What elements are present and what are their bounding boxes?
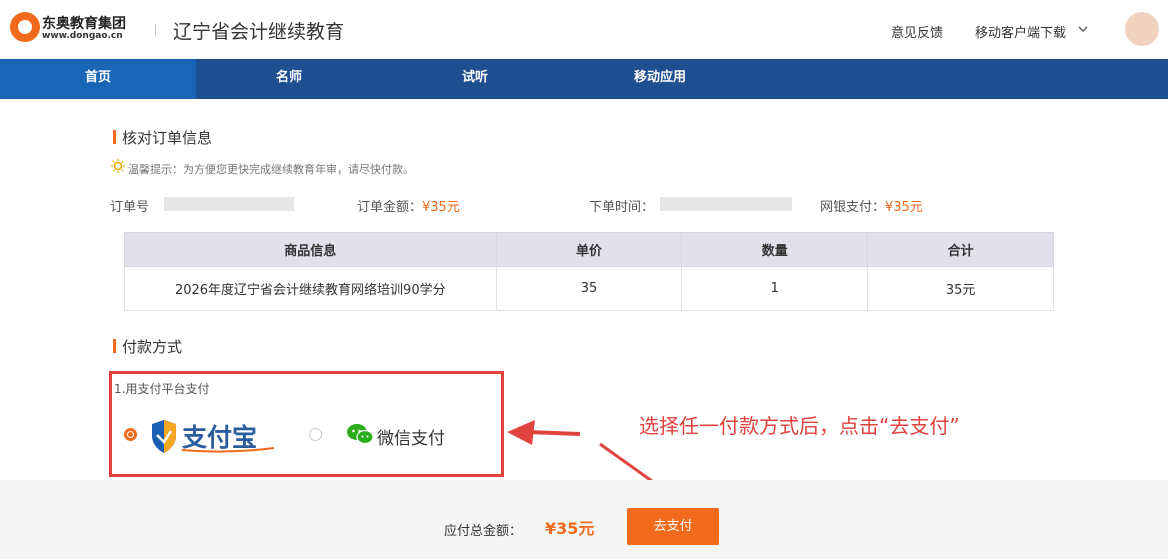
- top-header: 东奥教育集团 www.dongao.cn 辽宁省会计继续教育 意见反馈 移动客户…: [0, 0, 1168, 59]
- lightbulb-icon: [111, 159, 125, 173]
- logo-url: www.dongao.cn: [42, 31, 123, 41]
- unit-price-cell: 35: [495, 266, 683, 311]
- site-title: 辽宁省会计继续教育: [173, 21, 345, 43]
- arrow-left-icon: [507, 420, 535, 445]
- product-name-cell: 2026年度辽宁省会计继续教育网络培训90学分: [124, 266, 497, 311]
- avatar[interactable]: [1125, 12, 1159, 46]
- bank-payment-value: ¥35元: [885, 200, 923, 215]
- redacted-order-time: [660, 197, 792, 211]
- dongao-logo[interactable]: 东奥教育集团 www.dongao.cn: [10, 10, 150, 50]
- alipay-logo-text: 支付宝: [182, 423, 257, 452]
- column-header-unit-price: 单价: [495, 232, 683, 267]
- order-amount: 订单金额：¥35元: [357, 196, 460, 215]
- logo-name: 东奥教育集团: [42, 16, 126, 32]
- alipay-option[interactable]: 支付宝: [152, 417, 277, 455]
- column-header-quantity: 数量: [681, 232, 869, 267]
- header-divider: [155, 24, 156, 36]
- alipay-radio[interactable]: [124, 428, 137, 441]
- wechat-icon[interactable]: [346, 423, 374, 445]
- wechat-pay-option[interactable]: 微信支付: [377, 424, 445, 449]
- feedback-link[interactable]: 意见反馈: [891, 22, 943, 41]
- total-amount-label: 应付总金额：: [444, 524, 523, 539]
- section-marker: [113, 130, 116, 144]
- nav-item-teachers[interactable]: 名师: [234, 59, 344, 99]
- column-header-product: 商品信息: [124, 232, 497, 267]
- order-amount-value: ¥35元: [422, 200, 460, 215]
- payment-section-title: 付款方式: [122, 338, 183, 356]
- subtotal-cell: 35元: [867, 266, 1054, 311]
- chevron-down-icon[interactable]: [1078, 24, 1088, 34]
- wechat-radio[interactable]: [309, 428, 322, 441]
- section-marker: [113, 339, 116, 353]
- quantity-cell: 1: [681, 266, 869, 311]
- alipay-logo-icon: 支付宝: [152, 420, 275, 453]
- bank-payment: 网银支付：¥35元: [820, 196, 923, 215]
- nav-item-trial[interactable]: 试听: [420, 59, 530, 99]
- table-header-row: 商品信息 单价 数量 合计: [124, 232, 1054, 267]
- order-section-title: 核对订单信息: [122, 129, 213, 147]
- order-time-label: 下单时间：: [589, 200, 655, 215]
- go-pay-button[interactable]: 去支付: [627, 508, 719, 545]
- logo-mark-icon: [10, 12, 40, 42]
- order-table: 商品信息 单价 数量 合计 2026年度辽宁省会计继续教育网络培训90学分 35…: [124, 232, 1054, 311]
- order-number-label: 订单号: [110, 200, 150, 215]
- main-nav: 首页 名师 试听 移动应用: [0, 59, 1168, 99]
- table-row: 2026年度辽宁省会计继续教育网络培训90学分 35 1 35元: [124, 266, 1054, 311]
- nav-item-home[interactable]: 首页: [0, 59, 196, 99]
- column-header-subtotal: 合计: [867, 232, 1054, 267]
- payment-tip: 温馨提示：为方便您更快完成继续教育年审，请尽快付款。: [128, 163, 414, 176]
- bank-payment-label: 网银支付：: [820, 200, 886, 215]
- payment-platform-label: 1.用支付平台支付: [114, 382, 210, 396]
- mobile-download-link[interactable]: 移动客户端下载: [975, 22, 1066, 41]
- instruction-annotation: 选择任一付款方式后，点击“去支付”: [639, 414, 960, 438]
- nav-item-mobile-app[interactable]: 移动应用: [605, 59, 715, 99]
- redacted-order-number: [164, 197, 294, 211]
- total-amount-value: ¥35元: [545, 519, 595, 538]
- order-amount-label: 订单金额：: [357, 200, 423, 215]
